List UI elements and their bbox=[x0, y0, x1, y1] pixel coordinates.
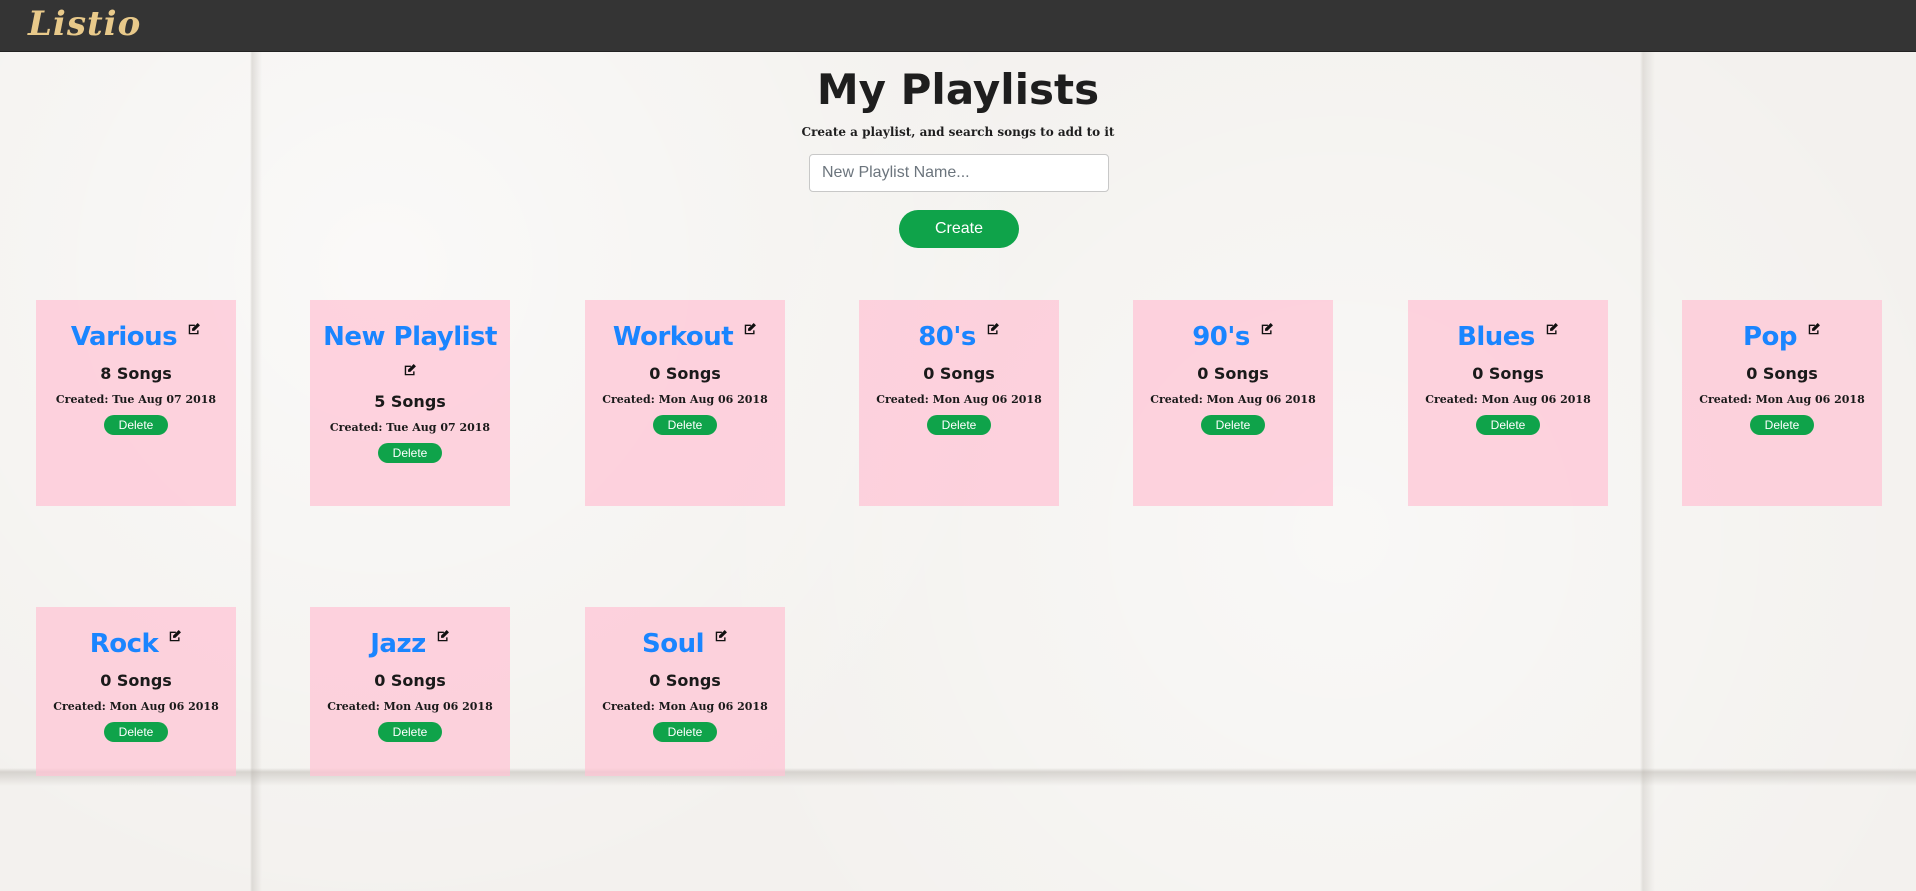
playlist-title-row: 80's bbox=[859, 320, 1059, 357]
song-count: 0 Songs bbox=[1197, 364, 1269, 383]
playlist-title-row: Workout bbox=[585, 320, 785, 357]
playlist-card: 80's 0 Songs Created: Mon Aug 06 2018 De… bbox=[859, 300, 1059, 506]
delete-button[interactable]: Delete bbox=[104, 722, 168, 742]
playlist-title-row: Blues bbox=[1408, 320, 1608, 357]
edit-icon[interactable] bbox=[436, 629, 450, 643]
edit-icon[interactable] bbox=[714, 629, 728, 643]
edit-icon[interactable] bbox=[168, 629, 182, 643]
delete-button[interactable]: Delete bbox=[1750, 415, 1814, 435]
created-date: Created: Mon Aug 06 2018 bbox=[53, 700, 219, 713]
song-count: 5 Songs bbox=[374, 392, 446, 411]
song-count: 8 Songs bbox=[100, 364, 172, 383]
playlist-title-row: 90's bbox=[1133, 320, 1333, 357]
created-date: Created: Mon Aug 06 2018 bbox=[327, 700, 493, 713]
page-subtitle: Create a playlist, and search songs to a… bbox=[801, 125, 1115, 139]
edit-icon[interactable] bbox=[1807, 322, 1821, 336]
navbar: Listio bbox=[0, 0, 1916, 52]
created-date: Created: Mon Aug 06 2018 bbox=[1699, 393, 1865, 406]
delete-button[interactable]: Delete bbox=[1201, 415, 1265, 435]
playlist-name[interactable]: 90's bbox=[1192, 322, 1250, 352]
new-playlist-input[interactable] bbox=[809, 154, 1109, 192]
playlist-title-row: Soul bbox=[585, 627, 785, 664]
song-count: 0 Songs bbox=[923, 364, 995, 383]
playlist-card: New Playlist 5 Songs Created: Tue Aug 07… bbox=[310, 300, 510, 506]
song-count: 0 Songs bbox=[1472, 364, 1544, 383]
playlist-name[interactable]: Workout bbox=[613, 322, 734, 352]
delete-button[interactable]: Delete bbox=[1476, 415, 1540, 435]
brand-logo[interactable]: Listio bbox=[28, 4, 141, 44]
delete-button[interactable]: Delete bbox=[104, 415, 168, 435]
delete-button[interactable]: Delete bbox=[378, 443, 442, 463]
created-date: Created: Mon Aug 06 2018 bbox=[876, 393, 1042, 406]
delete-button[interactable]: Delete bbox=[927, 415, 991, 435]
playlist-card: Workout 0 Songs Created: Mon Aug 06 2018… bbox=[585, 300, 785, 506]
playlist-name[interactable]: Rock bbox=[90, 629, 159, 659]
playlist-card: Rock 0 Songs Created: Mon Aug 06 2018 De… bbox=[36, 607, 236, 776]
song-count: 0 Songs bbox=[649, 671, 721, 690]
playlist-title-row: Jazz bbox=[310, 627, 510, 664]
playlist-title-row: Rock bbox=[36, 627, 236, 664]
playlist-title-row: Pop bbox=[1682, 320, 1882, 357]
playlist-card: Pop 0 Songs Created: Mon Aug 06 2018 Del… bbox=[1682, 300, 1882, 506]
page-header: My Playlists Create a playlist, and sear… bbox=[0, 62, 1916, 140]
playlist-title-row: New Playlist bbox=[310, 320, 510, 377]
playlist-card: Jazz 0 Songs Created: Mon Aug 06 2018 De… bbox=[310, 607, 510, 776]
playlist-name[interactable]: Jazz bbox=[370, 629, 426, 659]
playlist-name[interactable]: Soul bbox=[642, 629, 705, 659]
created-date: Created: Tue Aug 07 2018 bbox=[55, 393, 217, 406]
song-count: 0 Songs bbox=[374, 671, 446, 690]
playlist-name[interactable]: 80's bbox=[918, 322, 976, 352]
playlist-card: Soul 0 Songs Created: Mon Aug 06 2018 De… bbox=[585, 607, 785, 776]
create-button[interactable]: Create bbox=[899, 210, 1019, 248]
playlist-card: Various 8 Songs Created: Tue Aug 07 2018… bbox=[36, 300, 236, 506]
edit-icon[interactable] bbox=[986, 322, 1000, 336]
created-date: Created: Mon Aug 06 2018 bbox=[1425, 393, 1591, 406]
playlist-name[interactable]: Various bbox=[71, 322, 178, 352]
created-date: Created: Mon Aug 06 2018 bbox=[602, 393, 768, 406]
playlist-name[interactable]: Pop bbox=[1743, 322, 1798, 352]
delete-button[interactable]: Delete bbox=[653, 722, 717, 742]
edit-icon[interactable] bbox=[187, 322, 201, 336]
edit-icon[interactable] bbox=[1545, 322, 1559, 336]
song-count: 0 Songs bbox=[649, 364, 721, 383]
playlist-title-row: Various bbox=[36, 320, 236, 357]
delete-button[interactable]: Delete bbox=[378, 722, 442, 742]
page-title: My Playlists bbox=[816, 65, 1100, 114]
playlist-name[interactable]: New Playlist bbox=[323, 322, 497, 352]
edit-icon[interactable] bbox=[1260, 322, 1274, 336]
created-date: Created: Mon Aug 06 2018 bbox=[1150, 393, 1316, 406]
playlist-card: Blues 0 Songs Created: Mon Aug 06 2018 D… bbox=[1408, 300, 1608, 506]
song-count: 0 Songs bbox=[100, 671, 172, 690]
created-date: Created: Mon Aug 06 2018 bbox=[602, 700, 768, 713]
playlist-name[interactable]: Blues bbox=[1457, 322, 1535, 352]
created-date: Created: Tue Aug 07 2018 bbox=[329, 421, 491, 434]
playlist-card: 90's 0 Songs Created: Mon Aug 06 2018 De… bbox=[1133, 300, 1333, 506]
edit-icon[interactable] bbox=[403, 363, 417, 377]
edit-icon[interactable] bbox=[743, 322, 757, 336]
delete-button[interactable]: Delete bbox=[653, 415, 717, 435]
song-count: 0 Songs bbox=[1746, 364, 1818, 383]
